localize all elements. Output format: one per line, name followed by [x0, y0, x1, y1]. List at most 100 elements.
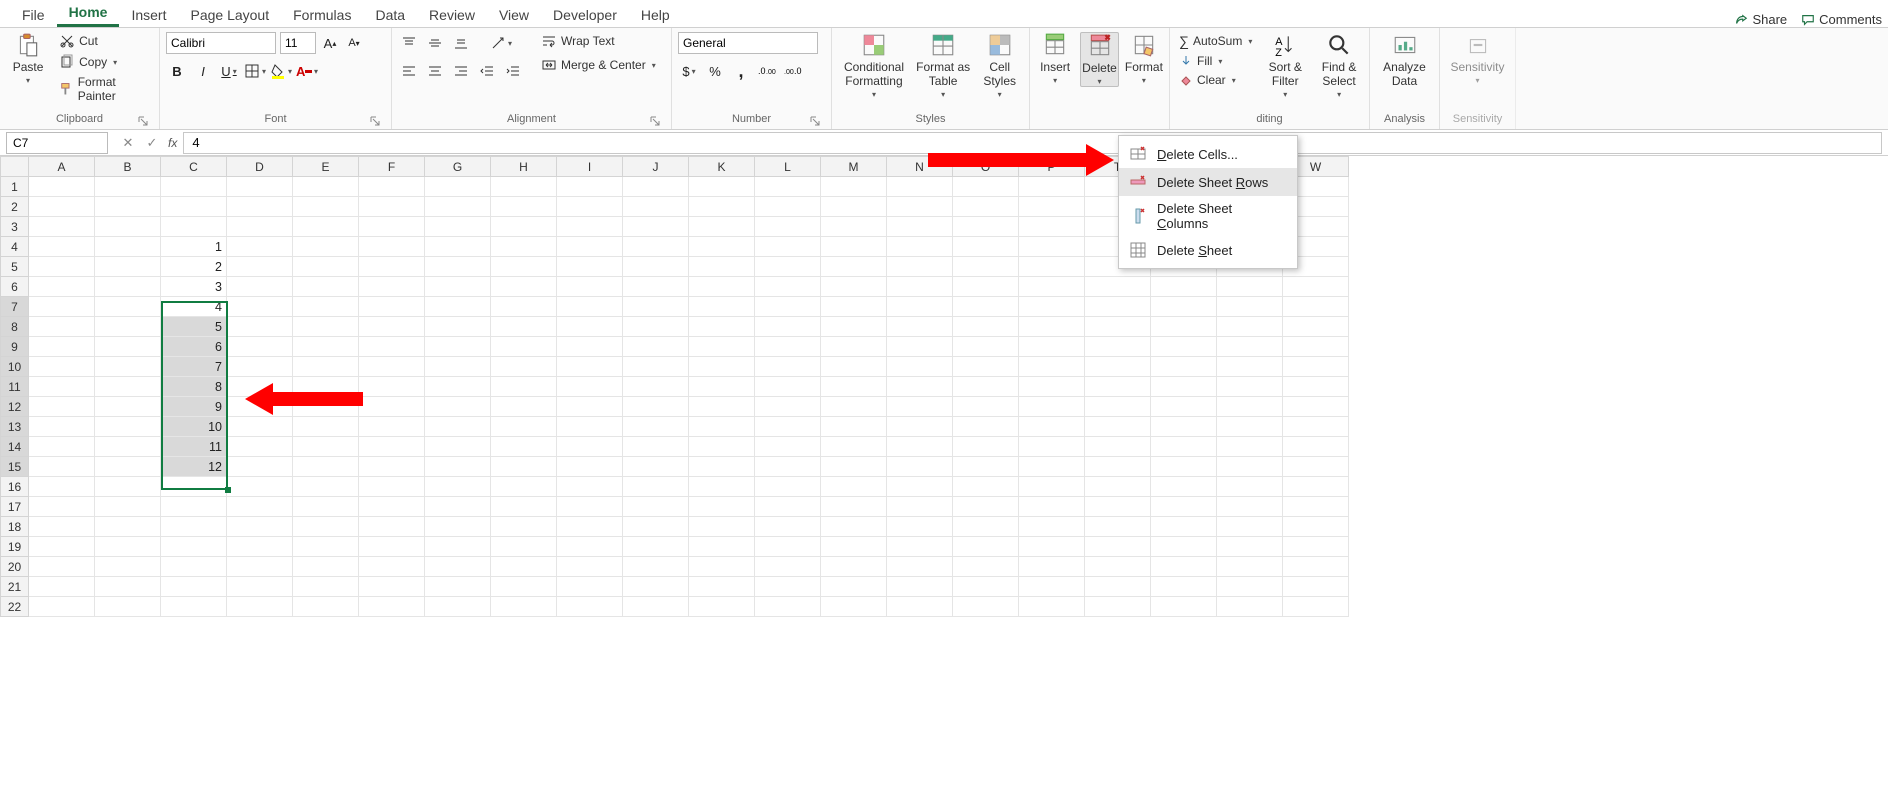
cell-L22[interactable]	[755, 597, 821, 617]
select-all-corner[interactable]	[1, 157, 29, 177]
spreadsheet-grid[interactable]: ABCDEFGHIJKLMNOPTUVW12341526374859610711…	[0, 156, 1888, 617]
cell-K20[interactable]	[689, 557, 755, 577]
orientation-icon[interactable]: ▾	[490, 32, 512, 54]
cell-B1[interactable]	[95, 177, 161, 197]
cell-T10[interactable]	[1085, 357, 1151, 377]
cell-M4[interactable]	[821, 237, 887, 257]
cell-B12[interactable]	[95, 397, 161, 417]
cell-B19[interactable]	[95, 537, 161, 557]
cell-H4[interactable]	[491, 237, 557, 257]
cell-N2[interactable]	[887, 197, 953, 217]
cell-V16[interactable]	[1217, 477, 1283, 497]
cell-J2[interactable]	[623, 197, 689, 217]
cell-O3[interactable]	[953, 217, 1019, 237]
cell-E3[interactable]	[293, 217, 359, 237]
cell-M6[interactable]	[821, 277, 887, 297]
row-header-20[interactable]: 20	[1, 557, 29, 577]
clipboard-dialog-launcher[interactable]	[137, 115, 149, 127]
cell-B6[interactable]	[95, 277, 161, 297]
cell-T19[interactable]	[1085, 537, 1151, 557]
cell-N16[interactable]	[887, 477, 953, 497]
row-header-15[interactable]: 15	[1, 457, 29, 477]
cell-J6[interactable]	[623, 277, 689, 297]
cell-H3[interactable]	[491, 217, 557, 237]
cell-M16[interactable]	[821, 477, 887, 497]
cell-V6[interactable]	[1217, 277, 1283, 297]
row-header-11[interactable]: 11	[1, 377, 29, 397]
row-header-18[interactable]: 18	[1, 517, 29, 537]
find-select-button[interactable]: Find & Select▾	[1315, 32, 1363, 99]
cell-D4[interactable]	[227, 237, 293, 257]
cell-W22[interactable]	[1283, 597, 1349, 617]
cell-I10[interactable]	[557, 357, 623, 377]
cell-T18[interactable]	[1085, 517, 1151, 537]
cell-M17[interactable]	[821, 497, 887, 517]
cell-N15[interactable]	[887, 457, 953, 477]
cell-C19[interactable]	[161, 537, 227, 557]
cell-O4[interactable]	[953, 237, 1019, 257]
cell-O19[interactable]	[953, 537, 1019, 557]
cell-O7[interactable]	[953, 297, 1019, 317]
underline-button[interactable]: U▾	[218, 60, 240, 82]
cell-W16[interactable]	[1283, 477, 1349, 497]
cell-P15[interactable]	[1019, 457, 1085, 477]
fx-icon[interactable]: fx	[166, 136, 183, 150]
cell-T6[interactable]	[1085, 277, 1151, 297]
cell-G19[interactable]	[425, 537, 491, 557]
cell-N14[interactable]	[887, 437, 953, 457]
cell-L2[interactable]	[755, 197, 821, 217]
comments-button[interactable]: Comments	[1801, 12, 1882, 27]
cell-F14[interactable]	[359, 437, 425, 457]
cell-I12[interactable]	[557, 397, 623, 417]
percent-format-icon[interactable]: %	[704, 60, 726, 82]
cell-H11[interactable]	[491, 377, 557, 397]
cell-V11[interactable]	[1217, 377, 1283, 397]
cell-D6[interactable]	[227, 277, 293, 297]
cell-H15[interactable]	[491, 457, 557, 477]
cell-F22[interactable]	[359, 597, 425, 617]
cell-M7[interactable]	[821, 297, 887, 317]
row-header-3[interactable]: 3	[1, 217, 29, 237]
cell-U6[interactable]	[1151, 277, 1217, 297]
tab-review[interactable]: Review	[417, 3, 487, 27]
cell-G11[interactable]	[425, 377, 491, 397]
cell-M8[interactable]	[821, 317, 887, 337]
col-header-M[interactable]: M	[821, 157, 887, 177]
cell-W12[interactable]	[1283, 397, 1349, 417]
cell-L10[interactable]	[755, 357, 821, 377]
cell-A5[interactable]	[29, 257, 95, 277]
cell-P19[interactable]	[1019, 537, 1085, 557]
cell-U21[interactable]	[1151, 577, 1217, 597]
align-bottom-icon[interactable]	[450, 32, 472, 54]
cell-P7[interactable]	[1019, 297, 1085, 317]
fill-color-button[interactable]: ▾	[270, 60, 292, 82]
cell-K1[interactable]	[689, 177, 755, 197]
cell-V22[interactable]	[1217, 597, 1283, 617]
cell-D14[interactable]	[227, 437, 293, 457]
alignment-dialog-launcher[interactable]	[649, 115, 661, 127]
cell-A14[interactable]	[29, 437, 95, 457]
cell-P12[interactable]	[1019, 397, 1085, 417]
cell-B18[interactable]	[95, 517, 161, 537]
cell-L7[interactable]	[755, 297, 821, 317]
font-size-select[interactable]	[280, 32, 316, 54]
cell-L14[interactable]	[755, 437, 821, 457]
cell-A2[interactable]	[29, 197, 95, 217]
cell-D13[interactable]	[227, 417, 293, 437]
fill-handle[interactable]	[225, 487, 231, 493]
cell-B3[interactable]	[95, 217, 161, 237]
cell-E1[interactable]	[293, 177, 359, 197]
cell-W15[interactable]	[1283, 457, 1349, 477]
cell-G4[interactable]	[425, 237, 491, 257]
cell-M21[interactable]	[821, 577, 887, 597]
cell-P10[interactable]	[1019, 357, 1085, 377]
number-format-select[interactable]	[678, 32, 818, 54]
cell-I14[interactable]	[557, 437, 623, 457]
cell-A15[interactable]	[29, 457, 95, 477]
cell-B22[interactable]	[95, 597, 161, 617]
row-header-8[interactable]: 8	[1, 317, 29, 337]
cell-I19[interactable]	[557, 537, 623, 557]
cell-O18[interactable]	[953, 517, 1019, 537]
cell-D5[interactable]	[227, 257, 293, 277]
sensitivity-button[interactable]: Sensitivity▾	[1454, 32, 1502, 85]
